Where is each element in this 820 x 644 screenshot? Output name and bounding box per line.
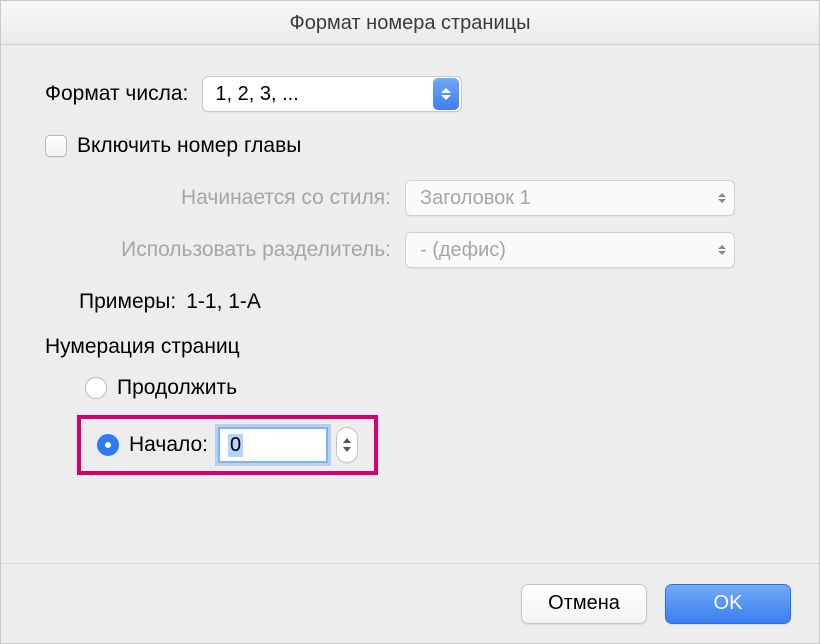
ok-button[interactable]: OK: [665, 584, 791, 624]
start-row-highlight: Начало: 0: [77, 415, 378, 475]
starts-with-style-label: Начинается со стиля:: [45, 186, 405, 210]
cancel-button[interactable]: Отмена: [521, 584, 647, 624]
stepper-up-icon: [343, 438, 351, 443]
dialog-page-number-format: Формат номера страницы Формат числа: 1, …: [0, 0, 820, 644]
starts-with-style-value: Заголовок 1: [420, 187, 531, 210]
dropdown-stepper-icon: [433, 78, 459, 110]
radio-start[interactable]: [97, 434, 119, 456]
examples-label: Примеры:: [79, 290, 176, 314]
start-value-stepper[interactable]: [336, 427, 358, 463]
use-separator-value: - (дефис): [420, 239, 506, 262]
number-format-value: 1, 2, 3, ...: [215, 83, 425, 106]
dialog-title: Формат номера страницы: [1, 1, 819, 45]
chevrons-icon: [718, 193, 726, 203]
radio-continue-label: Продолжить: [117, 376, 237, 400]
use-separator-select[interactable]: - (дефис): [405, 232, 735, 268]
start-value-text: 0: [228, 434, 243, 457]
radio-start-label: Начало:: [129, 433, 208, 457]
stepper-down-icon: [343, 447, 351, 452]
examples-value: 1-1, 1-A: [186, 290, 261, 314]
include-chapter-checkbox[interactable]: [45, 135, 67, 157]
use-separator-label: Использовать разделитель:: [45, 238, 405, 262]
dialog-footer: Отмена OK: [1, 563, 819, 643]
include-chapter-label: Включить номер главы: [77, 134, 301, 158]
start-value-input[interactable]: 0: [218, 427, 328, 463]
number-format-select[interactable]: 1, 2, 3, ...: [202, 76, 462, 112]
radio-continue[interactable]: [85, 377, 107, 399]
pagination-section-label: Нумерация страниц: [45, 335, 775, 359]
number-format-label: Формат числа:: [45, 82, 188, 106]
chevrons-icon: [718, 245, 726, 255]
starts-with-style-select[interactable]: Заголовок 1: [405, 180, 735, 216]
dialog-content: Формат числа: 1, 2, 3, ... Включить номе…: [1, 45, 819, 563]
